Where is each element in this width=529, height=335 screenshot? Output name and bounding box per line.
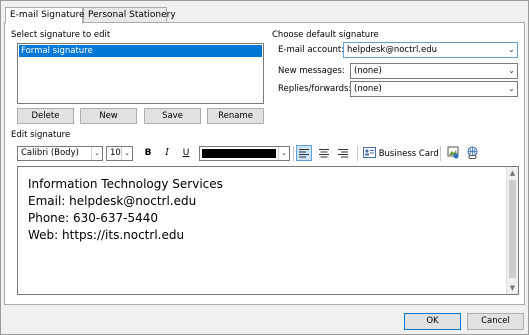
new-messages-value: (none) [354, 66, 382, 76]
align-left-icon [299, 149, 309, 158]
signature-list-item[interactable]: Formal signature [19, 45, 262, 57]
insert-picture-icon [447, 146, 458, 159]
email-account-dropdown[interactable]: helpdesk@noctrl.edu ⌄ [343, 42, 518, 58]
dropdown-arrow-icon: ⌄ [508, 45, 515, 54]
email-account-value: helpdesk@noctrl.edu [347, 45, 438, 55]
save-button[interactable]: Save [144, 108, 201, 124]
insert-hyperlink-button[interactable] [464, 145, 480, 161]
font-size-dropdown[interactable]: 10 ⌄ [106, 146, 133, 161]
dropdown-arrow-icon: ⌄ [508, 66, 515, 75]
font-name-value: Calibri (Body) [21, 148, 79, 158]
replies-forwards-dropdown[interactable]: (none) ⌄ [350, 81, 518, 97]
underline-button[interactable]: U [178, 145, 194, 161]
signature-list[interactable]: Formal signature [17, 43, 264, 104]
align-right-button[interactable] [335, 145, 351, 161]
signature-line: Information Technology Services [28, 177, 223, 191]
dropdown-arrow-icon: ⌄ [91, 147, 102, 160]
select-signature-label: Select signature to edit [11, 30, 111, 40]
dropdown-arrow-icon: ⌄ [278, 147, 289, 160]
tab-email-signature[interactable]: E-mail Signature [5, 7, 85, 24]
ok-button[interactable]: OK [404, 313, 461, 330]
signature-line: Web: https://its.noctrl.edu [28, 228, 185, 242]
editor-scrollbar[interactable]: ▲ ▼ [506, 167, 518, 294]
insert-hyperlink-icon [467, 146, 477, 159]
cancel-button[interactable]: Cancel [467, 313, 524, 330]
toolbar-separator [440, 146, 441, 161]
signature-line: Phone: 630-637-5440 [28, 211, 159, 225]
signature-editor[interactable]: Information Technology Services Email: h… [17, 166, 519, 295]
font-color-swatch [202, 149, 276, 158]
delete-button[interactable]: Delete [17, 108, 74, 124]
italic-button[interactable]: I [159, 145, 175, 161]
business-card-button[interactable]: Business Card [363, 147, 439, 161]
bold-button[interactable]: B [140, 145, 156, 161]
choose-default-label: Choose default signature [272, 30, 379, 40]
email-account-label: E-mail account: [278, 45, 345, 55]
font-name-dropdown[interactable]: Calibri (Body) ⌄ [17, 146, 103, 161]
align-center-icon [319, 149, 329, 158]
dropdown-arrow-icon: ⌄ [508, 84, 515, 93]
new-messages-label: New messages: [278, 66, 345, 76]
align-right-icon [338, 149, 348, 158]
edit-signature-label: Edit signature [11, 130, 71, 140]
business-card-icon [363, 147, 376, 158]
replies-forwards-label: Replies/forwards: [278, 84, 352, 94]
align-center-button[interactable] [316, 145, 332, 161]
scroll-up-icon[interactable]: ▲ [507, 167, 518, 179]
new-button[interactable]: New [80, 108, 137, 124]
new-messages-dropdown[interactable]: (none) ⌄ [350, 63, 518, 79]
rename-button[interactable]: Rename [207, 108, 264, 124]
scroll-down-icon[interactable]: ▼ [507, 282, 518, 294]
replies-forwards-value: (none) [354, 84, 382, 94]
business-card-label: Business Card [378, 149, 439, 159]
toolbar-separator [293, 146, 294, 161]
tab-personal-stationery[interactable]: Personal Stationery [83, 7, 176, 23]
signature-line: Email: helpdesk@noctrl.edu [28, 194, 197, 208]
toolbar-separator [357, 146, 358, 161]
align-left-button[interactable] [296, 145, 312, 161]
font-color-dropdown[interactable]: ⌄ [199, 146, 290, 161]
insert-picture-button[interactable] [445, 145, 461, 161]
dropdown-arrow-icon: ⌄ [121, 147, 132, 160]
font-size-value: 10 [110, 148, 121, 158]
scroll-thumb[interactable] [509, 180, 516, 278]
